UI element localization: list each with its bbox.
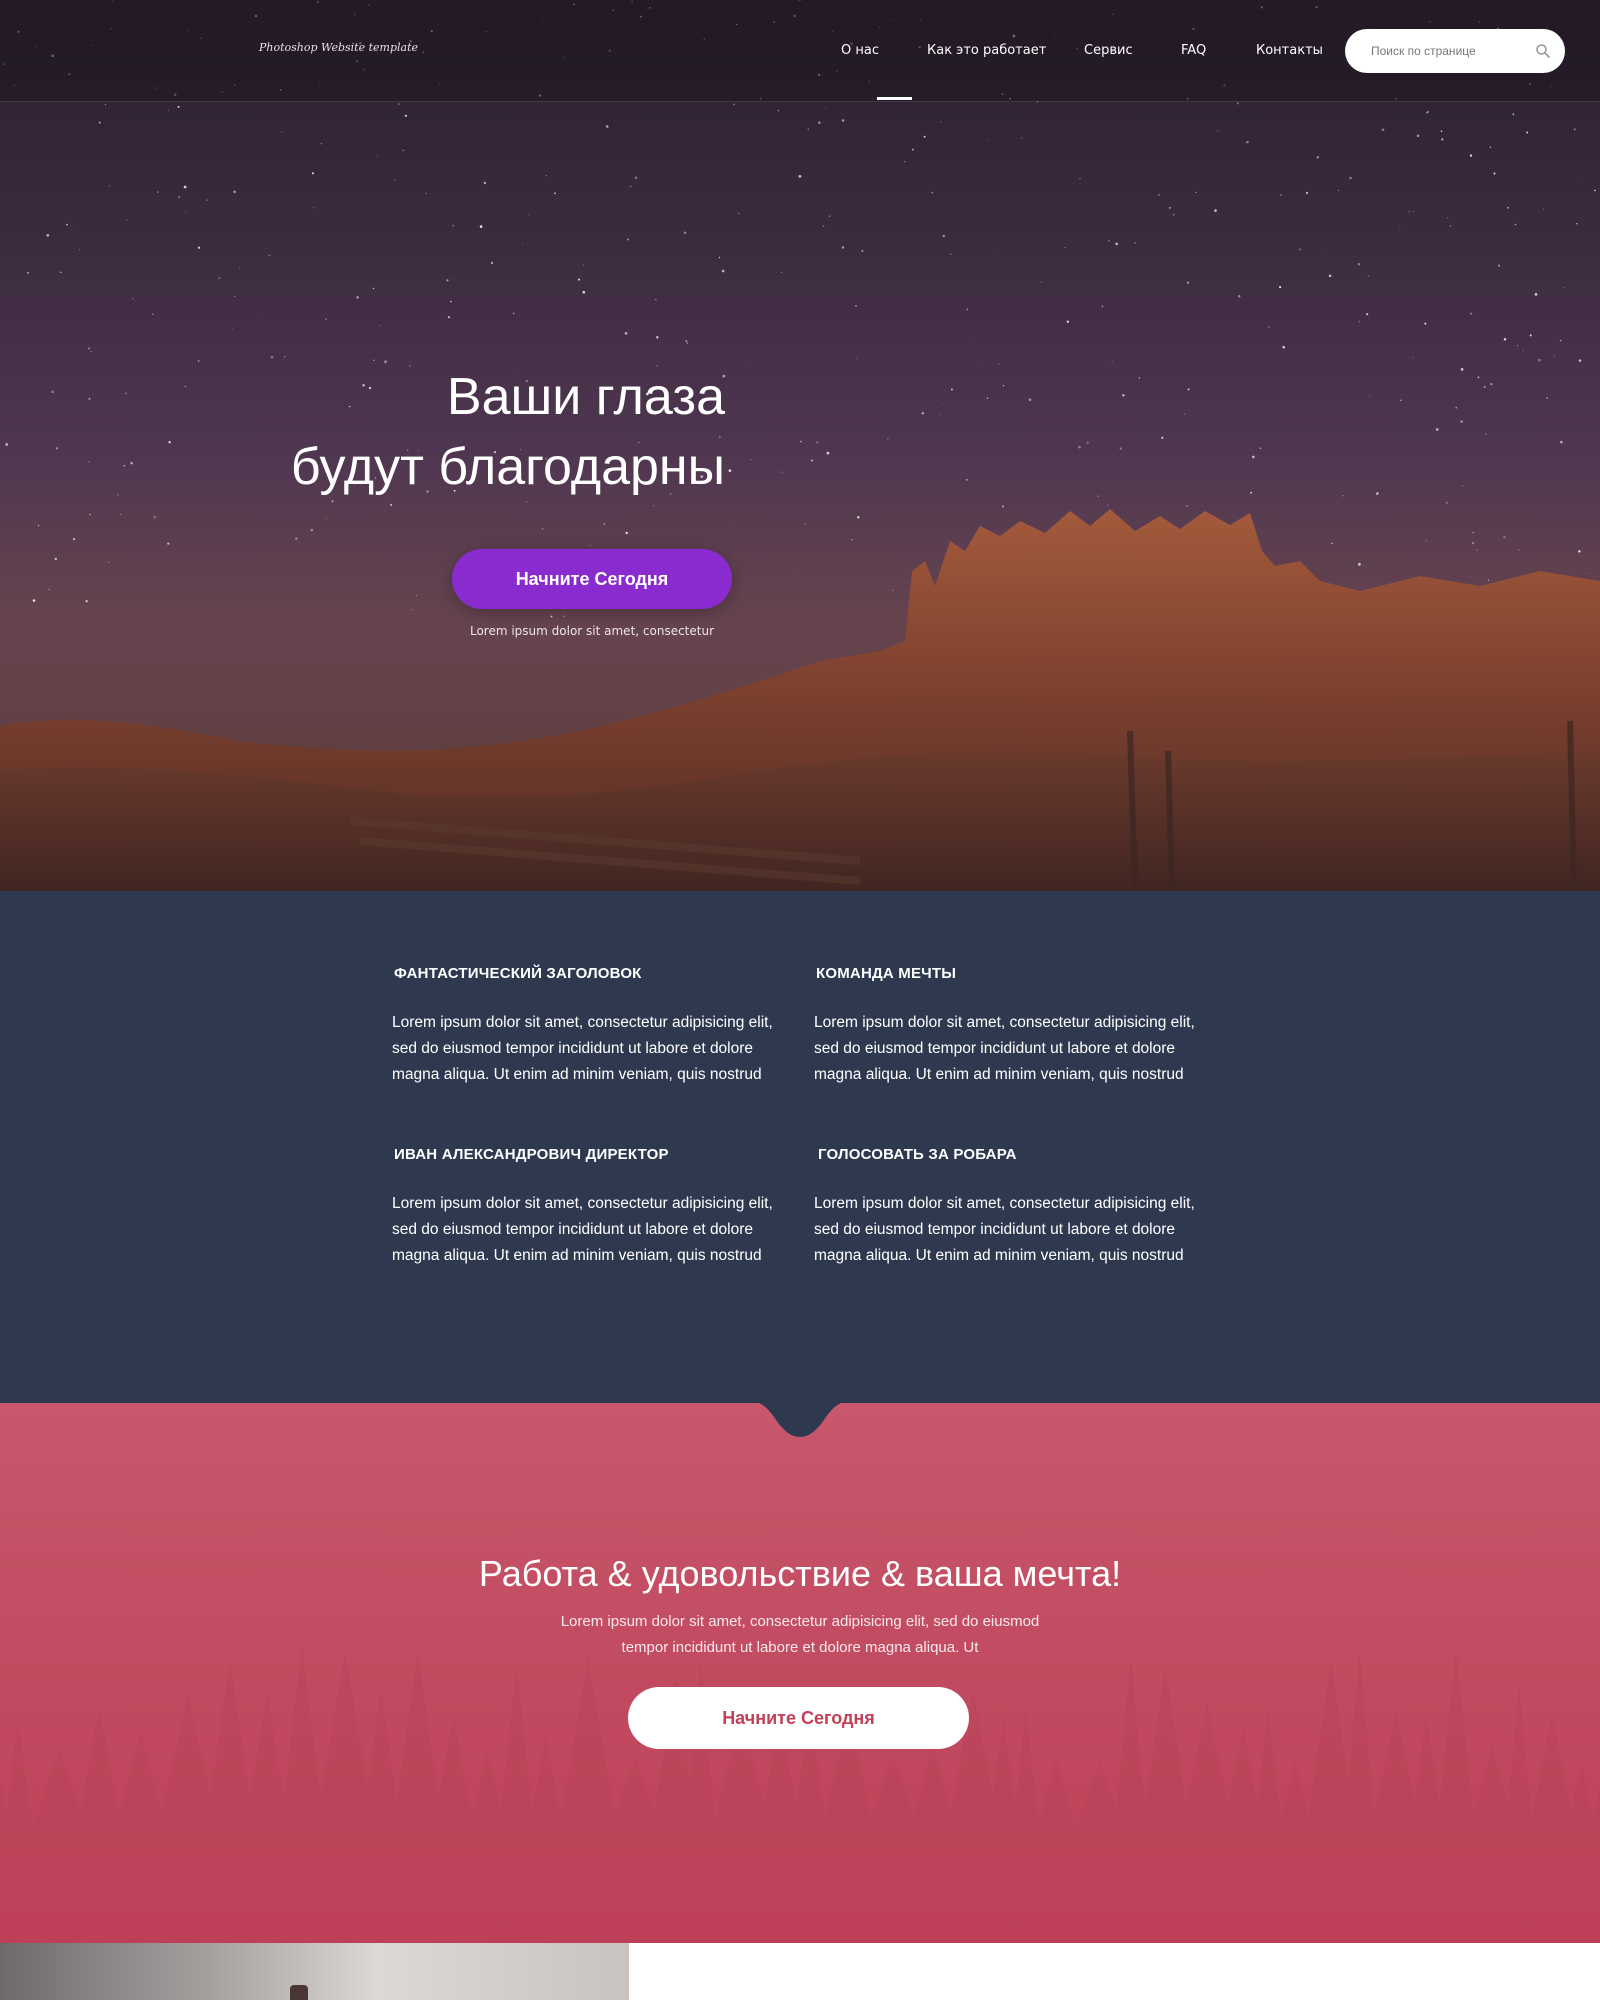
nav-item-contacts[interactable]: Контакты bbox=[1256, 43, 1323, 58]
hero-title-line-2: будут благодарны bbox=[290, 438, 725, 496]
hero-subtext: Lorem ipsum dolor sit amet, consectetur bbox=[469, 624, 715, 638]
hero-start-button[interactable]: Начните Сегодня bbox=[452, 549, 732, 609]
next-section-preview bbox=[0, 1943, 1600, 2000]
feature-text: Lorem ipsum dolor sit amet, consectetur … bbox=[392, 1014, 773, 1083]
feature-block: ИВАН АЛЕКСАНДРОВИЧ ДИРЕКТОР Lorem ipsum … bbox=[392, 1146, 792, 1269]
section-divider-notch bbox=[758, 1403, 842, 1437]
bottle-shape bbox=[290, 1985, 308, 2000]
feature-title: ФАНТАСТИЧЕСКИЙ ЗАГОЛОВОК bbox=[394, 965, 642, 982]
search-icon[interactable] bbox=[1535, 43, 1551, 59]
top-navigation-bar: Photoshop Website template О нас Как это… bbox=[0, 0, 1600, 102]
cta-start-button[interactable]: Начните Сегодня bbox=[628, 1687, 969, 1749]
photo-preview-image bbox=[0, 1943, 629, 2000]
hero-section: Photoshop Website template О нас Как это… bbox=[0, 0, 1600, 891]
hero-title-line-1: Ваши глаза bbox=[446, 368, 725, 426]
feature-text: Lorem ipsum dolor sit amet, consectetur … bbox=[392, 1195, 773, 1264]
feature-title: КОМАНДА МЕЧТЫ bbox=[816, 965, 957, 982]
site-logo[interactable]: Photoshop Website template bbox=[259, 41, 418, 54]
feature-title: ГОЛОСОВАТЬ ЗА РОБАРА bbox=[818, 1146, 1017, 1163]
feature-block: ГОЛОСОВАТЬ ЗА РОБАРА Lorem ipsum dolor s… bbox=[814, 1146, 1214, 1269]
features-section: ФАНТАСТИЧЕСКИЙ ЗАГОЛОВОК Lorem ipsum dol… bbox=[0, 891, 1600, 1403]
search-input[interactable] bbox=[1371, 41, 1531, 61]
nav-item-faq[interactable]: FAQ bbox=[1181, 43, 1206, 58]
feature-text: Lorem ipsum dolor sit amet, consectetur … bbox=[814, 1195, 1195, 1264]
cta-section: Работа & удовольствие & ваша мечта! Lore… bbox=[0, 1403, 1600, 1943]
cta-text: Lorem ipsum dolor sit amet, consectetur … bbox=[560, 1613, 1040, 1656]
feature-text: Lorem ipsum dolor sit amet, consectetur … bbox=[814, 1014, 1195, 1083]
nav-item-service[interactable]: Сервис bbox=[1084, 43, 1133, 58]
nav-item-how-it-works[interactable]: Как это работает bbox=[927, 43, 1046, 58]
nav-item-about[interactable]: О нас bbox=[841, 43, 879, 58]
nav-active-indicator bbox=[877, 97, 912, 100]
feature-title: ИВАН АЛЕКСАНДРОВИЧ ДИРЕКТОР bbox=[394, 1146, 669, 1163]
feature-block: ФАНТАСТИЧЕСКИЙ ЗАГОЛОВОК Lorem ipsum dol… bbox=[392, 965, 792, 1088]
cta-title: Работа & удовольствие & ваша мечта! bbox=[478, 1553, 1122, 1594]
mountain-landscape-image bbox=[0, 509, 1600, 891]
search-box[interactable] bbox=[1345, 29, 1565, 73]
hero-title: Ваши глаза будут благодарны bbox=[200, 362, 725, 502]
feature-block: КОМАНДА МЕЧТЫ Lorem ipsum dolor sit amet… bbox=[814, 965, 1214, 1088]
